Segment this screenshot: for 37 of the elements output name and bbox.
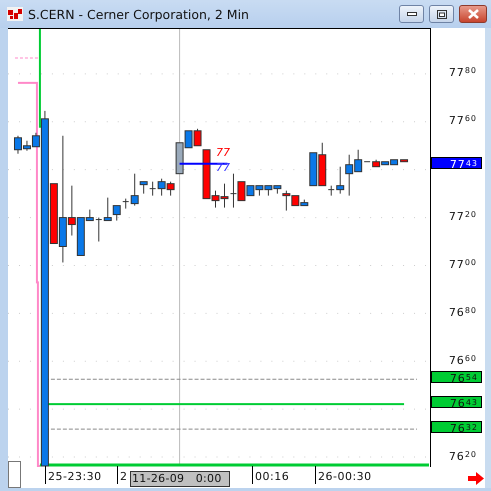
candlestick: [158, 178, 166, 196]
price-tag: 76$^{32}$: [431, 421, 482, 433]
minimize-icon: [406, 12, 416, 16]
time-axis-label: 25-23:30: [45, 466, 102, 484]
candlestick: [194, 128, 202, 146]
candlestick: [309, 152, 318, 186]
maximize-button[interactable]: [429, 5, 454, 23]
time-axis-label: 26-00:30: [315, 466, 372, 484]
minimize-button[interactable]: [399, 5, 424, 23]
price-marker-label: 77: [216, 146, 230, 159]
price-tag: 76$^{54}$: [431, 371, 482, 383]
price-marker-label: 77: [216, 161, 230, 174]
price-axis-label: 77$^{60}$: [448, 114, 477, 127]
time-axis-label: 2: [117, 466, 128, 484]
price-axis-label: 76$^{80}$: [448, 306, 477, 319]
price-axis-label: 76$^{60}$: [448, 354, 477, 367]
price-axis-label: 77$^{00}$: [448, 258, 477, 271]
price-tag: 77$^{43}$: [431, 157, 482, 169]
arrow-right-icon[interactable]: [468, 472, 484, 485]
dashed-level-line: [14, 57, 38, 58]
price-axis-label: 77$^{20}$: [448, 210, 477, 223]
scrollbar[interactable]: [485, 28, 491, 488]
close-icon: [468, 9, 478, 19]
crosshair-time-label: 11-26-09 0:00: [130, 471, 230, 487]
app-logo-icon: [7, 7, 23, 21]
price-line: [180, 162, 228, 165]
scroll-box[interactable]: [8, 461, 21, 488]
price-axis-label: 77$^{80}$: [448, 66, 477, 79]
maximize-icon: [436, 10, 446, 18]
price-tag: 76$^{43}$: [431, 396, 482, 408]
window-title: S.CERN - Cerner Corporation, 2 Min: [28, 6, 250, 22]
close-button[interactable]: [459, 5, 487, 23]
price-axis-label: 76$^{20}$: [448, 450, 477, 463]
candlestick: [255, 185, 264, 196]
time-axis-label: 00:16: [252, 466, 290, 484]
candlestick: [166, 181, 175, 196]
candlestick: [264, 185, 272, 196]
